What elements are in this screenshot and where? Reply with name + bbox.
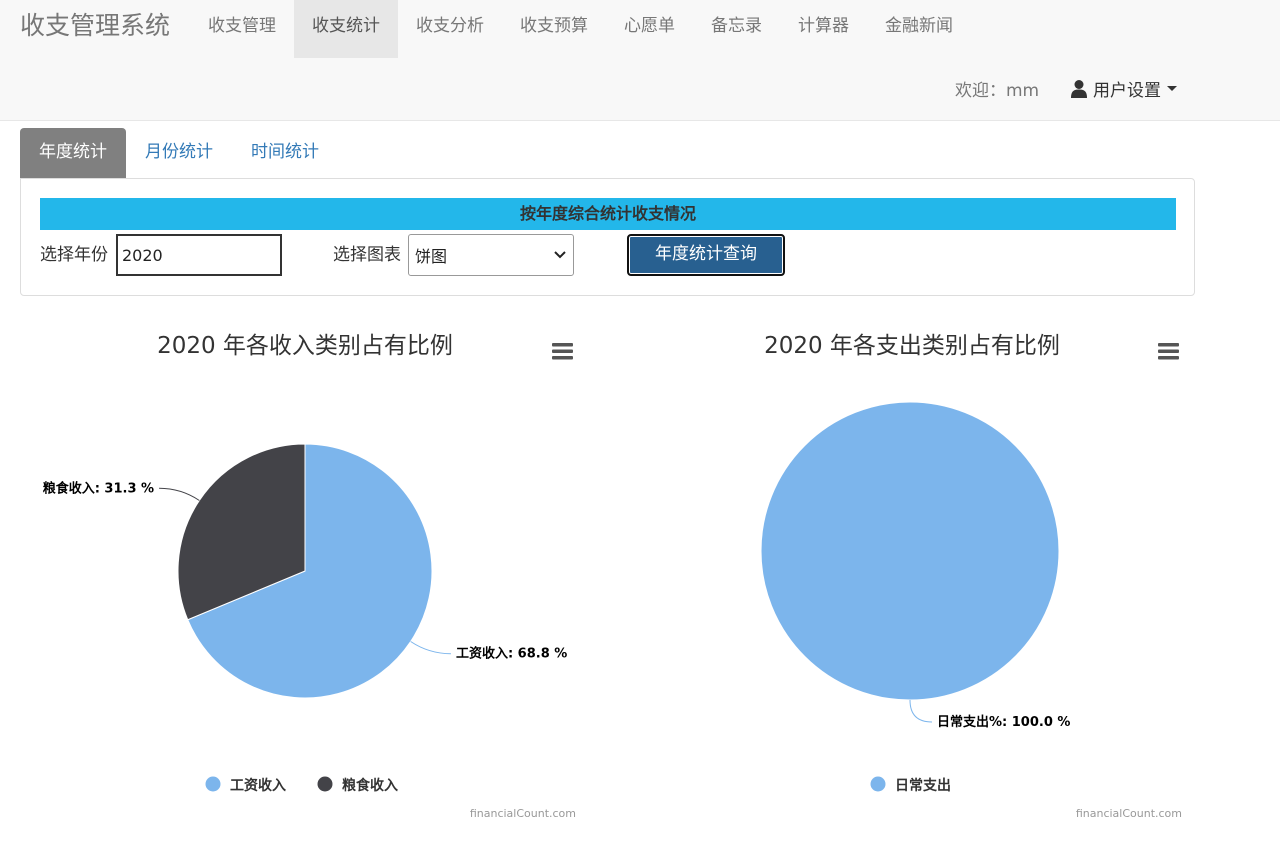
nav-item-calculator[interactable]: 计算器 <box>780 0 867 58</box>
chart-credits[interactable]: financialCount.com <box>1076 807 1182 820</box>
tab-yearly[interactable]: 年度统计 <box>20 128 126 178</box>
yearly-query-button[interactable]: 年度统计查询 <box>627 234 785 276</box>
chart-credits[interactable]: financialCount.com <box>470 807 576 820</box>
chevron-down-icon <box>554 251 566 259</box>
pie-data-labels: 日常支出%: 100.0 % <box>909 699 1070 730</box>
legend-marker <box>317 776 333 792</box>
user-settings-label: 用户设置 <box>1093 81 1161 101</box>
data-label-1: 日常支出%: 100.0 % <box>937 714 1070 730</box>
tab-time-range[interactable]: 时间统计 <box>232 128 338 178</box>
chart-legend: 日常支出 <box>870 776 952 795</box>
user-icon <box>1071 79 1087 98</box>
income-pie-chart: 2020 年各收入类别占有比例 工资收入: 68.8 % 粮食收入: 31.3 %… <box>43 333 576 820</box>
nav-item-analysis[interactable]: 收支分析 <box>398 0 502 58</box>
legend-label: 日常支出 <box>895 777 951 794</box>
legend-marker <box>870 776 886 792</box>
hamburger-menu-icon[interactable] <box>1156 340 1182 362</box>
label-connector-2 <box>159 487 200 501</box>
legend-label: 工资收入 <box>230 777 286 794</box>
data-label-1: 工资收入: 68.8 % <box>456 646 567 662</box>
nav-item-income-expense-management[interactable]: 收支管理 <box>190 0 294 58</box>
label-connector-1 <box>909 699 933 723</box>
chart-title: 2020 年各收入类别占有比例 <box>157 333 453 359</box>
legend-item-1[interactable]: 日常支出 <box>870 776 952 795</box>
chart-type-select[interactable]: 饼图 <box>408 234 574 276</box>
nav-item-statistics[interactable]: 收支统计 <box>294 0 398 58</box>
chart-title: 2020 年各支出类别占有比例 <box>764 333 1060 359</box>
nav-item-wishlist[interactable]: 心愿单 <box>606 0 693 58</box>
data-label-2: 粮食收入: 31.3 % <box>43 480 154 496</box>
stat-tabs: 年度统计 月份统计 时间统计 <box>20 128 338 178</box>
pie-slice-1[interactable] <box>760 401 1060 701</box>
nav-item-finance-news[interactable]: 金融新闻 <box>867 0 971 58</box>
navbar: 收支管理系统 收支管理 收支统计 收支分析 收支预算 心愿单 备忘录 计算器 金… <box>0 0 1280 121</box>
legend-item-1[interactable]: 工资收入 <box>205 776 287 795</box>
user-settings-dropdown[interactable]: 用户设置 <box>1070 76 1177 101</box>
hamburger-menu-icon[interactable] <box>550 340 576 362</box>
panel-title: 按年度综合统计收支情况 <box>40 198 1176 230</box>
year-input[interactable] <box>116 234 282 276</box>
chart-legend: 工资收入 粮食收入 <box>205 776 399 795</box>
legend-item-2[interactable]: 粮食收入 <box>317 776 399 795</box>
nav-item-budget[interactable]: 收支预算 <box>502 0 606 58</box>
main-nav: 收支管理 收支统计 收支分析 收支预算 心愿单 备忘录 计算器 金融新闻 <box>190 0 971 58</box>
tab-monthly[interactable]: 月份统计 <box>126 128 232 178</box>
chart-type-value: 饼图 <box>415 247 448 266</box>
legend-marker <box>205 776 221 792</box>
nav-item-memo[interactable]: 备忘录 <box>693 0 780 58</box>
brand-title[interactable]: 收支管理系统 <box>20 10 170 42</box>
label-connector-1 <box>410 641 451 655</box>
query-panel: 按年度综合统计收支情况 选择年份 选择图表 饼图 年度统计查询 <box>20 178 1195 296</box>
chart-type-label: 选择图表 <box>333 245 401 265</box>
welcome-text: 欢迎：mm <box>955 81 1040 101</box>
caret-down-icon <box>1167 86 1177 91</box>
year-label: 选择年份 <box>40 245 108 265</box>
legend-label: 粮食收入 <box>342 777 398 794</box>
pie-slices <box>177 443 433 699</box>
expense-pie-chart: 2020 年各支出类别占有比例 日常支出%: 100.0 % 日常支出 fina… <box>760 333 1182 820</box>
pie-slices <box>760 401 1060 701</box>
